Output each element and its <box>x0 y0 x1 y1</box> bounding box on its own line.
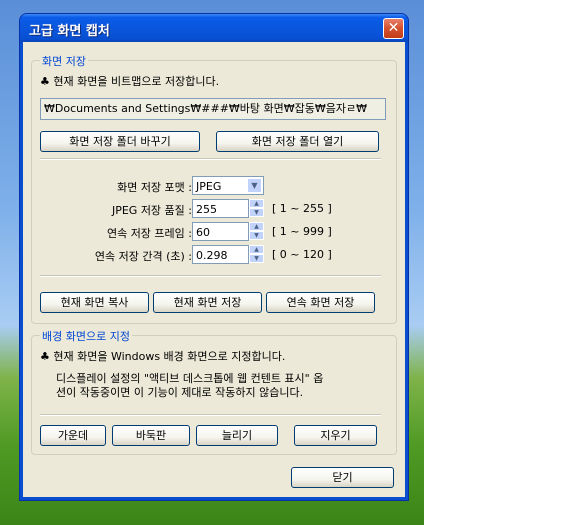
open-folder-button[interactable]: 화면 저장 폴더 열기 <box>216 131 379 152</box>
divider <box>40 158 381 160</box>
continuous-save-button[interactable]: 연속 화면 저장 <box>266 292 375 313</box>
save-path-field[interactable]: ₩Documents and Settings₩###₩바탕 화면₩잡동₩음자ㄹ… <box>40 98 386 120</box>
close-dialog-button[interactable]: 닫기 <box>291 467 394 488</box>
title-bar[interactable]: 고급 화면 캡처 ✕ <box>20 14 408 42</box>
quality-label: JPEG 저장 품질 : <box>111 204 192 217</box>
tile-wallpaper-button[interactable]: 바둑판 <box>112 425 190 446</box>
interval-input[interactable]: 0.298 <box>192 245 249 264</box>
quality-input[interactable]: 255 <box>192 199 249 218</box>
frames-input[interactable]: 60 <box>192 222 249 241</box>
frames-spinner[interactable]: ▲ ▼ <box>249 222 264 241</box>
wallpaper-group-legend: 배경 화면으로 지정 <box>40 328 132 344</box>
spin-up-icon[interactable]: ▲ <box>249 222 264 231</box>
frames-label: 연속 저장 프레임 : <box>106 227 192 240</box>
spin-up-icon[interactable]: ▲ <box>249 245 264 254</box>
close-icon[interactable]: ✕ <box>383 18 404 39</box>
copy-screen-button[interactable]: 현재 화면 복사 <box>40 292 149 313</box>
wallpaper-description: ♣ 현재 화면을 Windows 배경 화면으로 지정합니다. <box>40 350 286 363</box>
clear-wallpaper-button[interactable]: 지우기 <box>294 425 377 446</box>
divider <box>40 414 381 416</box>
frames-range: [ 1 ~ 999 ] <box>272 225 332 238</box>
spin-down-icon[interactable]: ▼ <box>249 254 264 263</box>
save-group: 화면 저장 ♣ 현재 화면을 비트맵으로 저장합니다. ₩Documents a… <box>31 53 397 324</box>
stretch-wallpaper-button[interactable]: 늘리기 <box>196 425 278 446</box>
save-group-legend: 화면 저장 <box>40 53 88 69</box>
spin-down-icon[interactable]: ▼ <box>249 231 264 240</box>
interval-range: [ 0 ~ 120 ] <box>272 248 332 261</box>
window-title: 고급 화면 캡처 <box>29 24 110 39</box>
quality-spinner[interactable]: ▲ ▼ <box>249 199 264 218</box>
wallpaper-group: 배경 화면으로 지정 ♣ 현재 화면을 Windows 배경 화면으로 지정합니… <box>31 328 397 455</box>
chevron-down-icon[interactable]: ▼ <box>247 178 262 193</box>
save-description: ♣ 현재 화면을 비트맵으로 저장합니다. <box>40 75 220 88</box>
format-select[interactable]: JPEG ▼ <box>192 176 264 195</box>
dialog-client-area: 화면 저장 ♣ 현재 화면을 비트맵으로 저장합니다. ₩Documents a… <box>23 42 405 497</box>
save-screen-button[interactable]: 현재 화면 저장 <box>153 292 262 313</box>
dialog-window: 고급 화면 캡처 ✕ 화면 저장 ♣ 현재 화면을 비트맵으로 저장합니다. ₩… <box>20 14 408 500</box>
wallpaper-note-line2: 션이 작동중이면 이 기능이 제대로 작동하지 않습니다. <box>56 386 304 399</box>
divider <box>40 275 381 277</box>
center-wallpaper-button[interactable]: 가운데 <box>40 425 106 446</box>
spin-up-icon[interactable]: ▲ <box>249 199 264 208</box>
format-label: 화면 저장 포맷 : <box>117 181 192 194</box>
quality-range: [ 1 ~ 255 ] <box>272 202 332 215</box>
interval-spinner[interactable]: ▲ ▼ <box>249 245 264 264</box>
spin-down-icon[interactable]: ▼ <box>249 208 264 217</box>
interval-label: 연속 저장 간격 (초) : <box>94 250 192 263</box>
format-select-value: JPEG <box>196 180 222 193</box>
change-folder-button[interactable]: 화면 저장 폴더 바꾸기 <box>40 131 200 152</box>
